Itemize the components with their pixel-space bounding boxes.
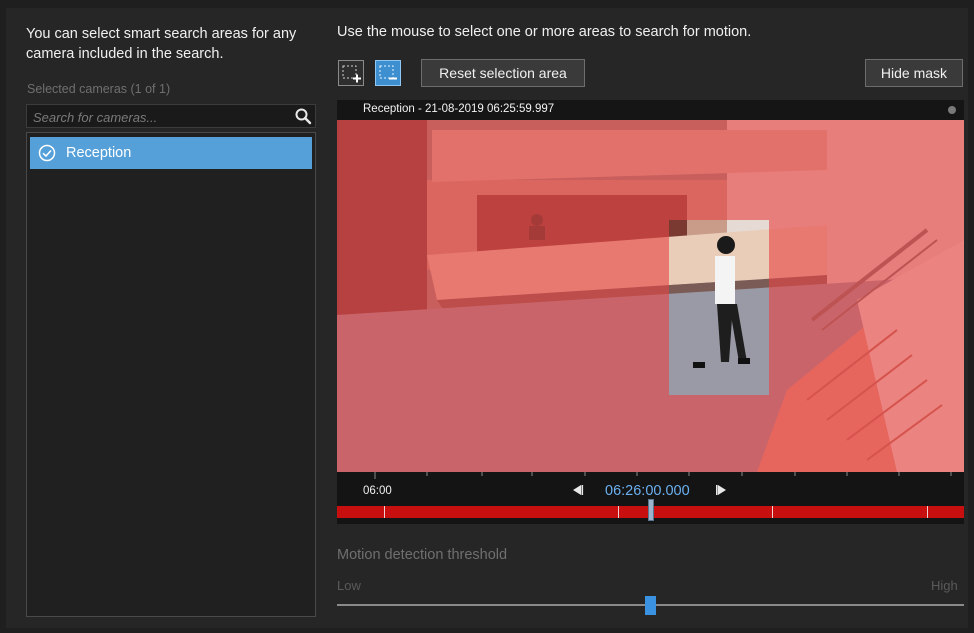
motion-marker — [618, 506, 619, 518]
selected-cameras-label: Selected cameras (1 of 1) — [27, 82, 171, 96]
next-frame-icon[interactable] — [715, 483, 729, 497]
check-circle-icon — [38, 144, 56, 162]
threshold-slider-thumb[interactable] — [645, 596, 656, 615]
camera-scene-image — [337, 100, 964, 472]
camera-list: Reception — [26, 132, 316, 617]
threshold-title: Motion detection threshold — [337, 547, 508, 563]
remove-selection-button[interactable] — [375, 60, 401, 86]
intro-text: You can select smart search areas for an… — [26, 26, 297, 62]
add-selection-icon — [342, 65, 361, 83]
video-title-bar: Reception - 21-08-2019 06:25:59.997 — [337, 100, 964, 120]
camera-item-label: Reception — [66, 145, 132, 161]
current-time: 06:26:00.000 — [605, 483, 690, 499]
motion-marker — [772, 506, 773, 518]
camera-search-box — [26, 104, 316, 128]
motion-marker — [384, 506, 385, 518]
timeline-playhead[interactable] — [648, 499, 654, 521]
camera-item-reception[interactable]: Reception — [30, 137, 312, 169]
recording-indicator-icon — [948, 106, 956, 114]
reset-selection-button[interactable]: Reset selection area — [421, 59, 585, 87]
timeline[interactable]: 06:00 06:26:00.000 — [337, 472, 964, 524]
timeline-start-time: 06:00 — [363, 485, 392, 497]
previous-frame-icon[interactable] — [570, 483, 584, 497]
camera-search-input[interactable] — [31, 108, 285, 126]
motion-marker — [927, 506, 928, 518]
threshold-low-label: Low — [337, 578, 361, 593]
hide-mask-button[interactable]: Hide mask — [865, 59, 963, 87]
instructions-text: Use the mouse to select one or more area… — [337, 24, 752, 40]
add-selection-button[interactable] — [338, 60, 364, 86]
camera-video-frame[interactable]: Reception - 21-08-2019 06:25:59.997 — [337, 100, 964, 472]
threshold-high-label: High — [931, 578, 958, 593]
video-title: Reception - 21-08-2019 06:25:59.997 — [363, 103, 555, 115]
search-icon[interactable] — [294, 107, 312, 125]
remove-selection-icon — [379, 65, 397, 80]
